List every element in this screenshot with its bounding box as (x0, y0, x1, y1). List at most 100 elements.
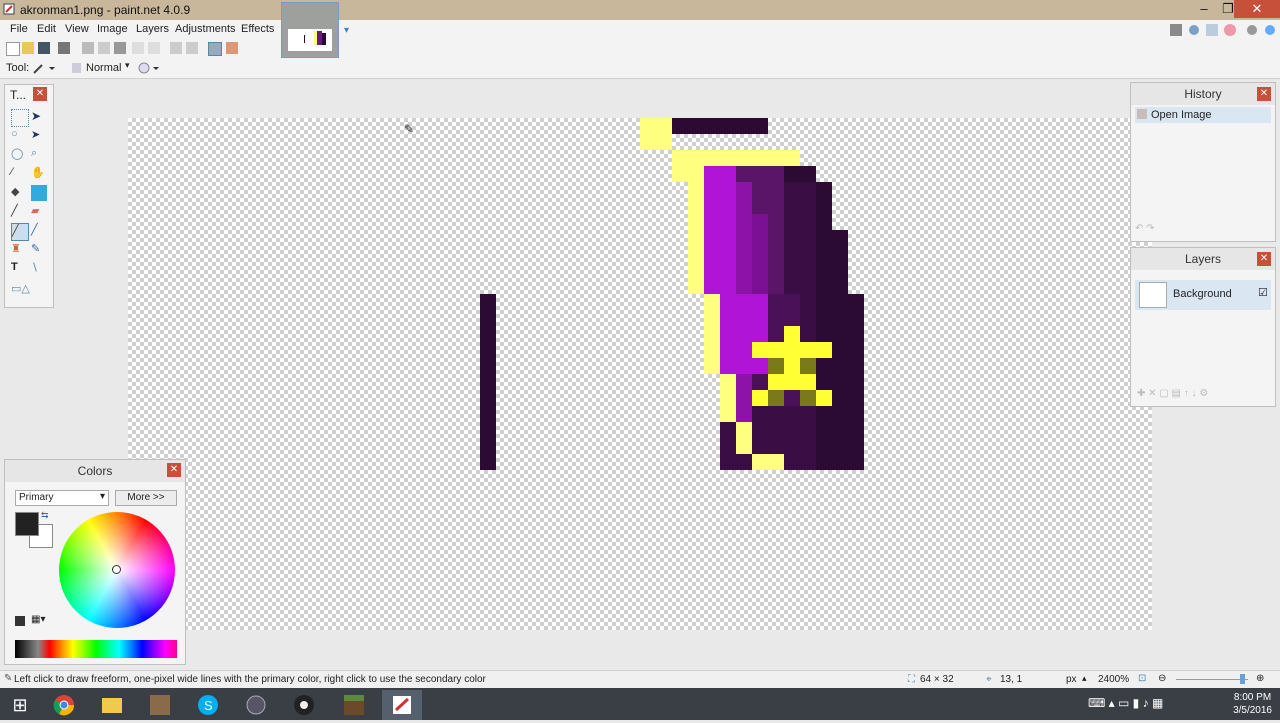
cursor-position: 13, 1 (1000, 674, 1023, 685)
print-icon[interactable] (58, 42, 70, 54)
color-wheel[interactable] (59, 512, 175, 628)
zoom-tool-icon[interactable]: ⌕ (31, 147, 47, 163)
shapes-tool-icon[interactable]: ▭△ (11, 282, 45, 298)
layers-close-button[interactable]: ✕ (1257, 252, 1271, 266)
undo-icon[interactable] (170, 42, 182, 54)
zoom-slider-handle[interactable] (1240, 674, 1245, 684)
menu-image[interactable]: Image (97, 23, 128, 35)
menu-file[interactable]: File (10, 23, 28, 35)
layer-actions-icons[interactable]: ✚ ✕ ▢ ▤ ↑ ↓ ⚙ (1137, 388, 1208, 399)
new-file-icon[interactable] (6, 42, 20, 56)
taskbar: ⊞ S ⌨ ▴ ▭ ▮ ♪ ▦ 8:00 PM 3/5/2016 (0, 688, 1280, 720)
undo-redo-icon[interactable]: ↶ ↷ (1135, 223, 1155, 234)
open-folder-icon[interactable] (22, 42, 34, 54)
copy-icon[interactable] (98, 42, 110, 54)
zoom-fit-icon[interactable]: ⊡ (1138, 673, 1146, 684)
open-image-icon (1137, 109, 1147, 119)
gradient-tool-icon[interactable] (31, 185, 47, 201)
crop-icon[interactable] (132, 42, 144, 54)
redo-icon[interactable] (186, 42, 198, 54)
tool-options-bar: Tool: Normal ▾ (0, 58, 1280, 79)
color-mode-select[interactable]: Primary ▾ (15, 490, 109, 506)
paste-icon[interactable] (114, 42, 126, 54)
layer-name: Background (1173, 288, 1232, 300)
pencil-tool-icon[interactable]: ╱ (11, 223, 29, 241)
tool-label: Tool: (6, 62, 30, 74)
skype-icon[interactable]: S (188, 690, 228, 720)
pan-tool-icon[interactable]: ✋ (31, 166, 47, 182)
status-bar: ✎ Left click to draw freeform, one-pixel… (0, 670, 1280, 688)
file-explorer-icon[interactable] (92, 690, 132, 720)
text-tool-icon[interactable]: T (11, 261, 27, 277)
windows-start-icon[interactable]: ⊞ (0, 690, 40, 720)
layers-panel: Layers ✕ Background ☑ ✚ ✕ ▢ ▤ ↑ ↓ ⚙ (1130, 247, 1276, 407)
color-wheel-selector[interactable] (112, 565, 121, 574)
lasso-select-tool-icon[interactable]: ○ (11, 128, 27, 144)
color-palette-strip[interactable] (15, 640, 177, 658)
history-close-button[interactable]: ✕ (1257, 87, 1271, 101)
recolor-tool-icon[interactable]: ✎ (31, 242, 47, 258)
paintbrush-tool-icon[interactable]: ╱ (11, 204, 27, 220)
ellipse-select-tool-icon[interactable]: ◯ (11, 147, 27, 163)
rectangle-select-tool-icon[interactable] (11, 109, 29, 127)
blend-mode-select[interactable]: Normal (86, 62, 121, 74)
line-curve-tool-icon[interactable]: ∖ (31, 261, 47, 277)
layer-visible-checkbox[interactable]: ☑ (1258, 286, 1268, 299)
chevron-down-icon[interactable]: ▾ (125, 60, 130, 71)
primary-color-swatch[interactable] (15, 512, 39, 536)
deselect-icon[interactable] (148, 42, 160, 54)
minecraft-block-icon[interactable] (334, 690, 374, 720)
image-canvas[interactable]: ✎ (128, 118, 1152, 630)
paintnet-taskbar-icon[interactable] (382, 690, 422, 720)
zoom-slider[interactable] (1176, 679, 1248, 680)
chevron-down-icon[interactable]: ▾ (344, 25, 349, 36)
color-mode-value: Primary (19, 492, 54, 503)
minecraft-icon[interactable] (140, 690, 180, 720)
palette-icon[interactable] (15, 616, 25, 626)
menu-view[interactable]: View (65, 23, 89, 35)
swap-colors-icon[interactable]: ⇆ (41, 510, 49, 521)
move-selection-tool-icon[interactable]: ➤ (31, 109, 47, 125)
layer-row[interactable]: Background ☑ (1135, 280, 1271, 310)
palette-menu-icon[interactable]: ▦▾ (31, 614, 45, 625)
chrome-icon[interactable] (44, 690, 84, 720)
history-item[interactable]: Open Image (1135, 107, 1271, 123)
zoom-level[interactable]: 2400% (1098, 674, 1129, 685)
colors-close-button[interactable]: ✕ (167, 463, 181, 477)
tools-panel-close-button[interactable]: ✕ (33, 87, 47, 101)
menu-adjustments[interactable]: Adjustments (175, 23, 236, 35)
title-bar: akronman1.png - paint.net 4.0.9 – ❐ ✕ (0, 0, 1280, 20)
units-select[interactable]: px (1066, 674, 1077, 685)
menu-effects[interactable]: Effects (241, 23, 274, 35)
obs-icon[interactable] (284, 690, 324, 720)
magic-wand-tool-icon[interactable]: ⁄ (11, 166, 27, 182)
paint-bucket-tool-icon[interactable]: ◆ (11, 185, 27, 201)
close-window-button[interactable]: ✕ (1234, 0, 1280, 18)
zoom-in-icon[interactable]: ⊕ (1256, 673, 1264, 684)
history-item-label: Open Image (1151, 109, 1212, 121)
tools-panel: T... ✕ ➤ ○ ➤ ◯ ⌕ ⁄ ✋ ◆ ╱ ▰ ╱ ╱ ♜ ✎ T ∖ ▭… (4, 84, 54, 308)
zoom-out-icon[interactable]: ⊖ (1158, 673, 1166, 684)
pixel-art-sprite (480, 118, 864, 470)
save-icon[interactable] (38, 42, 50, 54)
grid-icon[interactable] (208, 42, 222, 56)
app-icon[interactable] (236, 690, 276, 720)
image-thumbnail-tab[interactable]: ▾ (281, 2, 349, 58)
status-hint: Left click to draw freeform, one-pixel w… (14, 674, 486, 685)
pencil-hint-icon: ✎ (4, 673, 13, 684)
menu-edit[interactable]: Edit (37, 23, 56, 35)
ruler-icon[interactable] (226, 42, 238, 54)
cut-icon[interactable] (82, 42, 94, 54)
move-selected-tool-icon[interactable]: ➤ (31, 128, 47, 144)
antialias-icon[interactable] (138, 61, 162, 78)
chevron-up-icon[interactable]: ▴ (1082, 673, 1087, 684)
pencil-tool-icon[interactable] (32, 61, 56, 78)
pencil-cursor-icon: ✎ (404, 122, 415, 136)
tray-icons[interactable]: ⌨ ▴ ▭ ▮ ♪ ▦ (1088, 696, 1163, 710)
menu-layers[interactable]: Layers (136, 23, 169, 35)
eraser-tool-icon[interactable]: ▰ (31, 204, 47, 220)
color-picker-tool-icon[interactable]: ╱ (31, 223, 47, 239)
more-colors-button[interactable]: More >> (115, 490, 177, 506)
taskbar-clock[interactable]: 8:00 PM 3/5/2016 (1233, 691, 1272, 717)
clone-stamp-tool-icon[interactable]: ♜ (11, 242, 27, 258)
